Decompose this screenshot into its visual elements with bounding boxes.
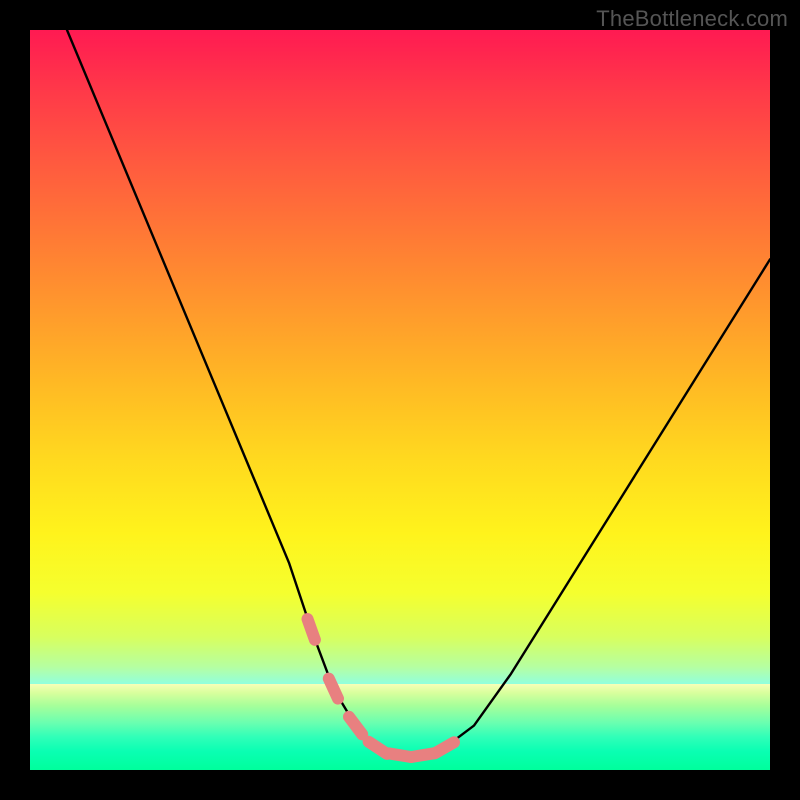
bottleneck-curve [30, 30, 770, 770]
green-gradient-band [30, 684, 770, 770]
plot-area [30, 30, 770, 770]
watermark-label: TheBottleneck.com [596, 6, 788, 32]
chart-container: TheBottleneck.com [0, 0, 800, 800]
